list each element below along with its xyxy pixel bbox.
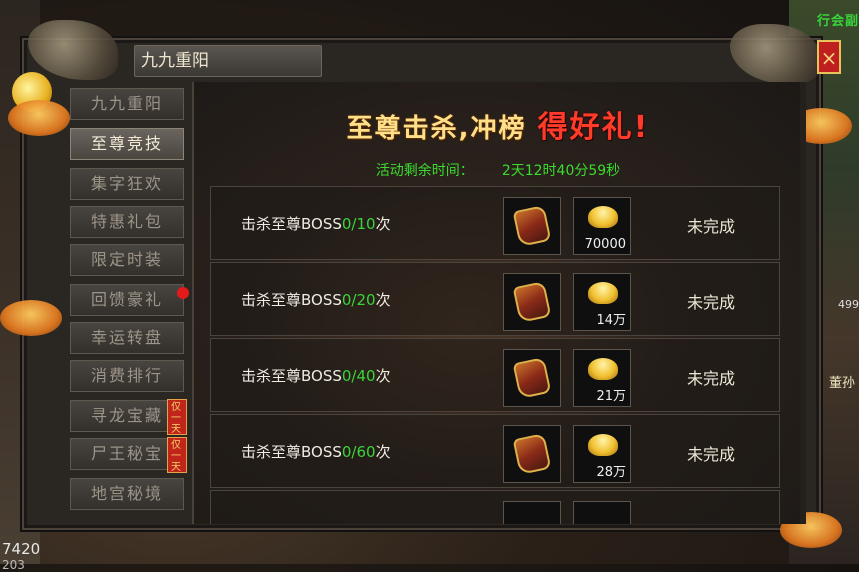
task-status: 未完成 <box>687 217 736 236</box>
timer-value: 2天12时40分59秒 <box>501 163 621 179</box>
task-row: 击杀至尊BOSS0/40次 21万 未完成 <box>210 338 780 412</box>
event-timer: 活动剩余时间： 2天12时40分59秒 <box>194 160 802 180</box>
gold-ingot-icon <box>588 282 618 304</box>
guild-tag: 行会副 <box>816 14 859 29</box>
sidebar-item-chongyang[interactable]: 九九重阳 <box>70 88 184 120</box>
timer-label: 活动剩余时间： <box>375 163 474 179</box>
reward-slot[interactable]: 28万 <box>573 425 631 483</box>
gold-ingot-icon <box>588 358 618 380</box>
treasure-box-icon <box>512 281 552 323</box>
sidebar-item-limited-outfit[interactable]: 限定时装 <box>70 244 184 276</box>
side-hp-value: 499 <box>838 298 859 311</box>
one-day-ribbon-badge: 仅一天 <box>167 437 187 473</box>
banner-highlight-text: 得好礼! <box>537 110 650 145</box>
reward-slot[interactable] <box>573 501 631 524</box>
treasure-box-icon <box>512 433 552 475</box>
task-row-partial <box>210 490 780 524</box>
sidebar-item-supreme-arena[interactable]: 至尊竞技 <box>70 128 184 160</box>
reward-slot[interactable] <box>503 197 561 255</box>
task-progress: 0/10 <box>341 215 376 233</box>
task-row: 击杀至尊BOSS0/10次 70000 未完成 <box>210 186 780 260</box>
cloud-ornament-icon <box>0 300 62 336</box>
treasure-box-icon <box>512 357 552 399</box>
notification-dot-icon <box>177 287 189 299</box>
event-banner: 至尊击杀,冲榜 得好礼! <box>194 102 802 146</box>
sidebar-item-feedback-gift[interactable]: 回馈豪礼 <box>70 284 189 316</box>
task-label: 击杀至尊BOSS0/40次 <box>241 367 391 385</box>
reward-slot[interactable] <box>503 425 561 483</box>
sidebar-item-label: 寻龙宝藏 <box>90 406 163 425</box>
reward-quantity: 28万 <box>596 465 626 480</box>
task-row: 击杀至尊BOSS0/20次 14万 未完成 <box>210 262 780 336</box>
task-label: 击杀至尊BOSS0/10次 <box>241 215 391 233</box>
task-label: 击杀至尊BOSS0/20次 <box>241 291 391 309</box>
task-row: 击杀至尊BOSS0/60次 28万 未完成 <box>210 414 780 488</box>
cloud-ornament-icon <box>8 100 70 136</box>
reward-slot[interactable] <box>503 273 561 331</box>
reward-slot[interactable]: 70000 <box>573 197 631 255</box>
window-title: 九九重阳 <box>134 45 322 77</box>
treasure-box-icon <box>512 205 552 247</box>
close-button[interactable]: × <box>817 40 841 74</box>
task-label: 击杀至尊BOSS0/60次 <box>241 443 391 461</box>
reward-quantity: 70000 <box>584 237 626 252</box>
event-content-panel: 至尊击杀,冲榜 得好礼! 活动剩余时间： 2天12时40分59秒 击杀至尊BOSS… <box>192 82 802 524</box>
task-progress: 0/60 <box>341 443 376 461</box>
gold-ingot-icon <box>588 206 618 228</box>
sidebar-item-spend-rank[interactable]: 消费排行 <box>70 360 184 392</box>
task-progress: 0/40 <box>341 367 376 385</box>
reward-slot[interactable] <box>503 349 561 407</box>
sidebar-item-label: 回馈豪礼 <box>90 290 163 309</box>
reward-slot[interactable] <box>503 501 561 524</box>
task-status: 未完成 <box>687 369 736 388</box>
reward-quantity: 14万 <box>596 313 626 328</box>
banner-text: 至尊击杀,冲榜 <box>346 114 527 144</box>
side-player-name: 董孙 <box>828 376 855 391</box>
sidebar-item-label: 尸王秘宝 <box>90 444 163 463</box>
task-status: 未完成 <box>687 293 736 312</box>
coordinate-readout-2: 203 <box>2 558 25 572</box>
reward-quantity: 21万 <box>596 389 626 404</box>
task-status: 未完成 <box>687 445 736 464</box>
sidebar-item-underground-palace[interactable]: 地宫秘境 <box>70 478 184 510</box>
sidebar-item-lucky-wheel[interactable]: 幸运转盘 <box>70 322 184 354</box>
reward-slot[interactable]: 14万 <box>573 273 631 331</box>
sidebar-item-dragon-treasure[interactable]: 寻龙宝藏 仅一天 <box>70 399 187 435</box>
sidebar-item-special-pack[interactable]: 特惠礼包 <box>70 206 184 238</box>
gold-ingot-icon <box>588 434 618 456</box>
reward-slot[interactable]: 21万 <box>573 349 631 407</box>
task-progress: 0/20 <box>341 291 376 309</box>
coordinate-readout: 7420 <box>2 540 41 558</box>
sidebar-item-zombie-treasure[interactable]: 尸王秘宝 仅一天 <box>70 437 187 473</box>
content-scrollbar[interactable] <box>800 82 806 524</box>
one-day-ribbon-badge: 仅一天 <box>167 399 187 435</box>
sidebar-item-word-collect[interactable]: 集字狂欢 <box>70 168 184 200</box>
event-sidebar: 九九重阳 至尊竞技 集字狂欢 特惠礼包 限定时装 回馈豪礼 幸运转盘 消费排行 … <box>70 88 190 528</box>
